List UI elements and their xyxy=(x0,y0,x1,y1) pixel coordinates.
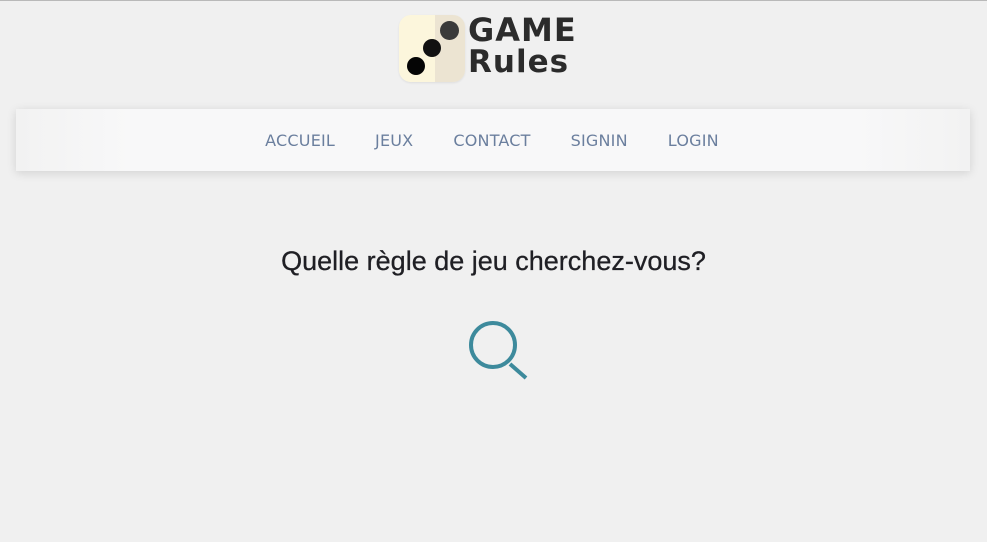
nav-item-signin[interactable]: SIGNIN xyxy=(551,131,648,150)
logo-title-rules: Rules xyxy=(468,44,570,80)
nav-item-jeux[interactable]: JEUX xyxy=(355,131,433,150)
nav-item-login[interactable]: LOGIN xyxy=(648,131,739,150)
search-icon-svg xyxy=(469,321,528,380)
logo-tile-icon xyxy=(399,15,465,82)
logo-dot-icon xyxy=(440,21,459,40)
main-navbar: ACCUEIL JEUX CONTACT SIGNIN LOGIN xyxy=(16,109,970,171)
logo-dot-icon xyxy=(407,57,425,75)
logo-title-game: GAME xyxy=(468,11,577,49)
page-heading: Quelle règle de jeu cherchez-vous? xyxy=(281,246,706,276)
nav-item-contact[interactable]: CONTACT xyxy=(433,131,550,150)
nav-item-accueil[interactable]: ACCUEIL xyxy=(245,131,355,150)
nav-list: ACCUEIL JEUX CONTACT SIGNIN LOGIN xyxy=(245,131,739,150)
logo-wordmark: GAME Rules xyxy=(468,14,577,78)
search-icon[interactable] xyxy=(466,318,530,382)
site-logo[interactable]: GAME Rules xyxy=(399,14,599,84)
window-top-border xyxy=(0,0,987,1)
logo-dot-icon xyxy=(423,39,441,57)
